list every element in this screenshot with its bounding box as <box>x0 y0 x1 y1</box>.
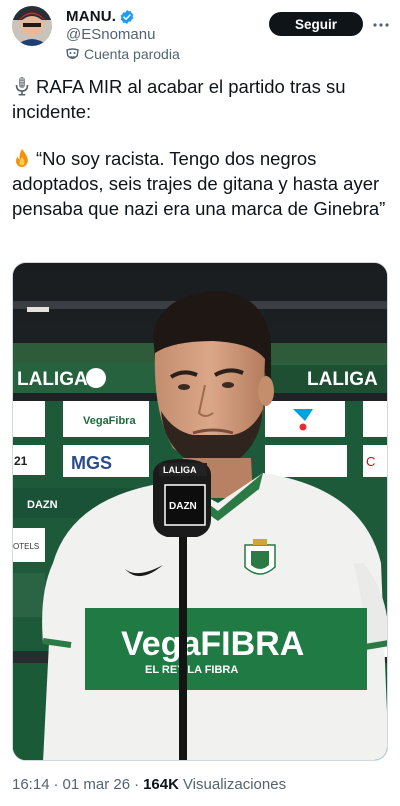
fire-icon <box>12 148 32 168</box>
shirt-sponsor: VegaFIBRA <box>121 625 304 663</box>
board-dazn: DAZN <box>27 499 58 511</box>
parody-text: Cuenta parodia <box>84 46 180 62</box>
avatar[interactable] <box>12 6 52 46</box>
tweet-media-photo[interactable]: LALIGA LALIGA VegaFibra 21 MGS C DAZN OT… <box>12 262 388 761</box>
board-mgs: MGS <box>71 453 112 473</box>
banner-laliga-left: LALIGA <box>17 369 88 390</box>
tweet-card: MANU. @ESnomanu Cuenta parodia Seguir RA… <box>0 0 400 806</box>
mask-icon <box>66 47 79 61</box>
microphone-icon <box>12 76 32 96</box>
board-hotels: OTELS <box>13 542 39 551</box>
banner-laliga-right: LALIGA <box>307 369 378 390</box>
meta-separator: · <box>134 776 140 793</box>
verified-badge-icon <box>119 9 135 25</box>
board-21: 21 <box>14 454 28 468</box>
views-label: Visualizaciones <box>182 776 287 793</box>
author-handle[interactable]: @ESnomanu <box>66 26 155 43</box>
tweet-date[interactable]: 01 mar 26 <box>63 776 131 793</box>
shirt-tagline: EL REY LA FIBRA <box>145 664 238 676</box>
meta-separator: · <box>53 776 59 793</box>
mic-dazn: DAZN <box>169 501 197 512</box>
more-horizontal-icon[interactable] <box>372 16 390 34</box>
author-name-line[interactable]: MANU. <box>66 8 135 25</box>
tweet-paragraph-2: “No soy racista. Tengo dos negros adopta… <box>12 146 390 221</box>
svg-text:C: C <box>366 454 375 469</box>
mic-top-laliga: LALIGA <box>163 465 197 475</box>
tweet-text-line-1: RAFA MIR al acabar el partido tras su in… <box>12 76 346 122</box>
tweet-meta: 16:14 · 01 mar 26 · 164K Visualizaciones <box>12 776 286 793</box>
parody-label: Cuenta parodia <box>66 46 180 62</box>
board-vegafibra: VegaFibra <box>83 415 136 427</box>
tweet-text-line-2: “No soy racista. Tengo dos negros adopta… <box>12 148 386 219</box>
author-display-name[interactable]: MANU. <box>66 8 116 25</box>
views-count[interactable]: 164K <box>143 776 179 793</box>
tweet-text: RAFA MIR al acabar el partido tras su in… <box>12 74 390 221</box>
tweet-time[interactable]: 16:14 <box>12 776 50 793</box>
follow-button[interactable]: Seguir <box>269 12 363 36</box>
tweet-paragraph-1: RAFA MIR al acabar el partido tras su in… <box>12 74 390 124</box>
